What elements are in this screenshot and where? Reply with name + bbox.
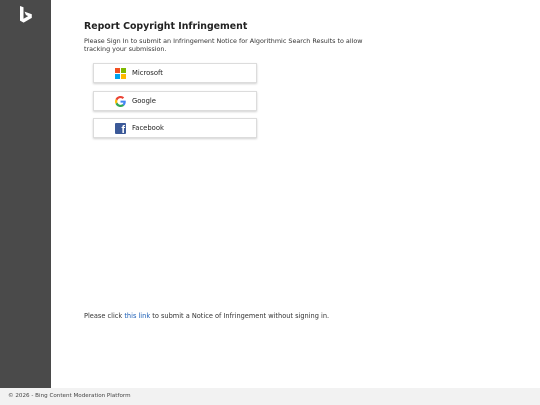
footer: © 2026 - Bing Content Moderation Platfor…	[0, 388, 540, 405]
microsoft-logo-icon	[115, 68, 126, 79]
bing-logo-icon[interactable]	[17, 5, 35, 25]
google-logo-icon	[115, 96, 126, 107]
signin-facebook-button[interactable]: f Facebook	[93, 118, 257, 138]
signin-microsoft-button[interactable]: Microsoft	[93, 63, 257, 83]
signin-microsoft-label: Microsoft	[132, 69, 163, 77]
signin-google-button[interactable]: Google	[93, 91, 257, 111]
sidebar	[0, 0, 51, 388]
page-title: Report Copyright Infringement	[84, 21, 248, 32]
facebook-logo-icon: f	[115, 123, 126, 134]
no-signin-notice: Please click this link to submit a Notic…	[84, 312, 329, 320]
footer-copyright: © 2026 - Bing Content Moderation Platfor…	[8, 393, 131, 399]
signin-google-label: Google	[132, 97, 156, 105]
page-subtitle: Please Sign In to submit an Infringement…	[84, 37, 363, 53]
no-signin-link[interactable]: this link	[124, 312, 150, 320]
notice-prefix: Please click	[84, 312, 123, 320]
notice-suffix: to submit a Notice of Infringement witho…	[152, 312, 330, 320]
main-content: Report Copyright Infringement Please Sig…	[84, 0, 524, 388]
signin-facebook-label: Facebook	[132, 124, 164, 132]
